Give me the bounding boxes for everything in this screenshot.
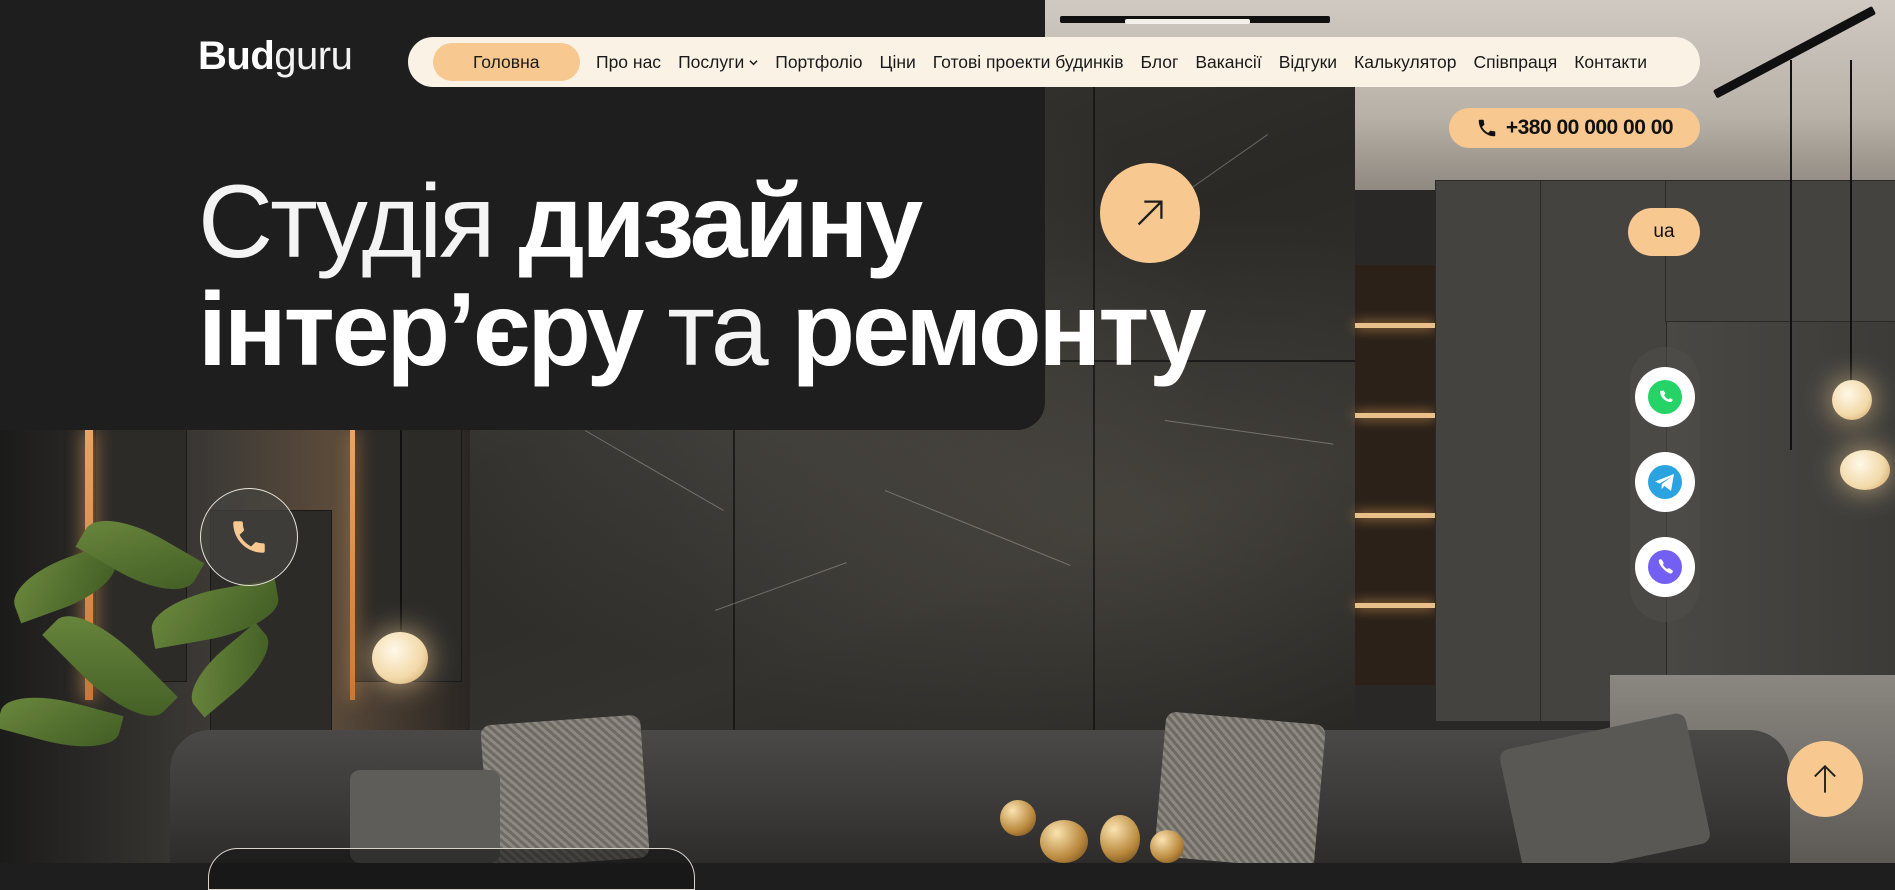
language-switcher[interactable]: ua	[1628, 208, 1700, 256]
headline-line2-bold-b: ремонту	[791, 272, 1206, 388]
nav-item-prices[interactable]: Ціни	[871, 52, 924, 73]
whatsapp-button[interactable]	[1635, 367, 1695, 427]
viber-button[interactable]	[1635, 537, 1695, 597]
nav-item-services[interactable]: Послуги	[670, 52, 767, 73]
nav-item-reviews[interactable]: Відгуки	[1270, 52, 1345, 73]
nav-item-contacts[interactable]: Контакти	[1566, 52, 1656, 73]
shelf-column	[1355, 265, 1435, 685]
headline-line2-thin: та	[641, 272, 792, 388]
main-navigation: Головна Про нас Послуги Портфоліо Ціни Г…	[408, 37, 1700, 87]
viber-icon	[1648, 550, 1682, 584]
messenger-bar	[1630, 347, 1700, 622]
nav-item-home[interactable]: Головна	[433, 43, 580, 81]
nav-item-calculator[interactable]: Калькулятор	[1346, 52, 1465, 73]
arrow-up-icon	[1814, 764, 1836, 793]
scroll-top-button[interactable]	[1787, 741, 1863, 817]
nav-item-about[interactable]: Про нас	[588, 52, 670, 73]
logo[interactable]: Budguru	[198, 34, 353, 79]
nav-item-portfolio[interactable]: Портфоліо	[767, 52, 871, 73]
callback-button[interactable]	[200, 488, 298, 586]
hero-headline: Студія дизайну інтер’єру та ремонту	[198, 168, 1207, 384]
logo-light: guru	[274, 34, 353, 78]
logo-bold: Bud	[198, 34, 275, 78]
hero-arrow-button[interactable]	[1100, 163, 1200, 263]
headline-line1-bold: дизайну	[518, 164, 923, 280]
nav-item-services-label: Послуги	[678, 51, 745, 72]
chevron-down-icon	[749, 59, 758, 65]
bottom-card-edge	[208, 848, 695, 890]
whatsapp-icon	[1648, 380, 1682, 414]
arrow-up-right-icon	[1137, 200, 1163, 226]
nav-item-cooperation[interactable]: Співпраця	[1465, 52, 1566, 73]
telegram-icon	[1648, 465, 1682, 499]
nav-item-vacancies[interactable]: Вакансії	[1187, 52, 1270, 73]
phone-button[interactable]: +380 00 000 00 00	[1449, 108, 1700, 148]
headline-line2-bold-a: інтер’єру	[198, 272, 644, 388]
phone-number: +380 00 000 00 00	[1505, 116, 1674, 139]
telegram-button[interactable]	[1635, 452, 1695, 512]
phone-icon	[233, 521, 265, 553]
headline-line1-thin: Студія	[198, 164, 519, 280]
nav-item-blog[interactable]: Блог	[1132, 52, 1187, 73]
phone-icon	[1478, 119, 1496, 137]
nav-item-ready-projects[interactable]: Готові проекти будинків	[924, 52, 1132, 73]
